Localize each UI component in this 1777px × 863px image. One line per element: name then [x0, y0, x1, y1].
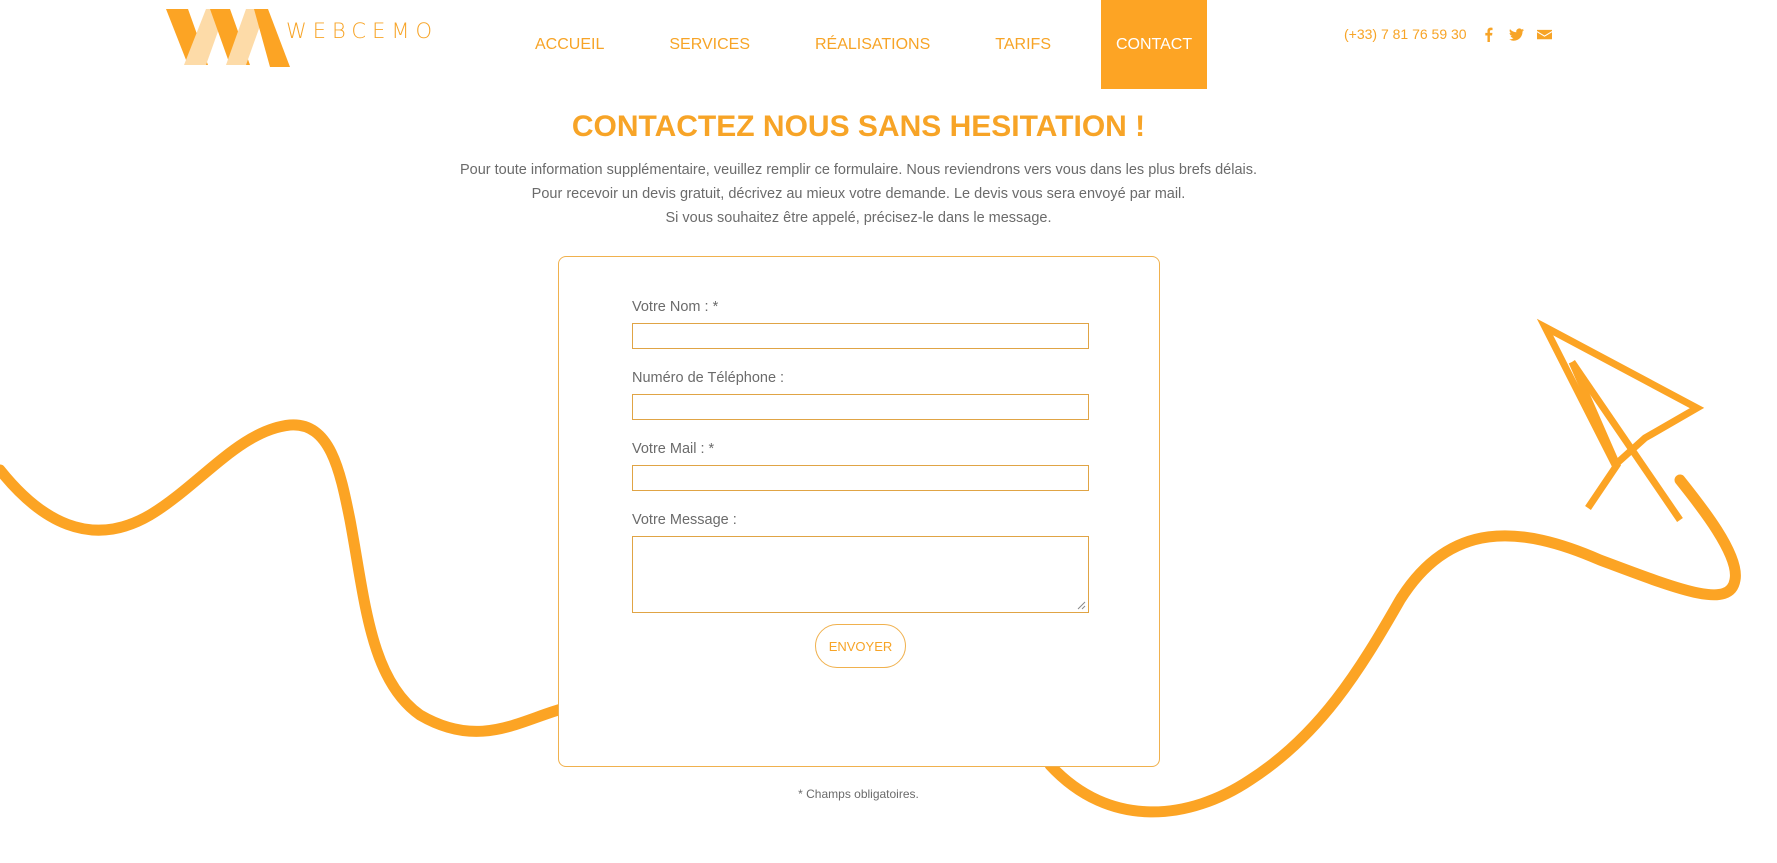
nav-item-tarifs[interactable]: TARIFS — [980, 0, 1066, 89]
contact-form: Votre Nom : * Numéro de Téléphone : Votr… — [558, 256, 1160, 767]
facebook-icon[interactable] — [1481, 26, 1497, 42]
site-header: WEBCEMO ACCUEIL SERVICES RÉALISATIONS TA… — [0, 0, 1777, 89]
main-nav: ACCUEIL SERVICES RÉALISATIONS TARIFS CON… — [520, 0, 1242, 89]
twitter-icon[interactable] — [1509, 26, 1525, 42]
intro-line: Pour toute information supplémentaire, v… — [459, 162, 1258, 178]
mail-input[interactable] — [632, 465, 1089, 491]
resize-handle-icon[interactable] — [1077, 601, 1086, 610]
nav-item-contact[interactable]: CONTACT — [1100, 0, 1208, 89]
header-contact-bar: (+33) 7 81 76 59 30 — [1344, 26, 1565, 42]
phone-number[interactable]: (+33) 7 81 76 59 30 — [1344, 26, 1467, 42]
mail-label: Votre Mail : * — [632, 441, 715, 457]
page-title: CONTACTEZ NOUS SANS HESITATION ! — [571, 110, 1146, 143]
name-label: Votre Nom : * — [632, 299, 719, 315]
name-input[interactable] — [632, 323, 1089, 349]
swoosh-path — [0, 419, 571, 737]
intro-line: Pour recevoir un devis gratuit, décrivez… — [531, 186, 1186, 202]
phone-input[interactable] — [632, 394, 1089, 420]
logo-mark-icon — [166, 9, 290, 67]
nav-item-accueil[interactable]: ACCUEIL — [520, 0, 619, 89]
envelope-icon[interactable] — [1537, 26, 1553, 42]
intro-line: Si vous souhaitez être appelé, précisez-… — [665, 210, 1052, 226]
phone-label: Numéro de Téléphone : — [632, 370, 785, 386]
nav-item-services[interactable]: SERVICES — [654, 0, 765, 89]
intro-text: Pour toute information supplémentaire, v… — [0, 158, 1717, 230]
required-fields-note: * Champs obligatoires. — [798, 787, 919, 801]
message-label: Votre Message : — [632, 512, 737, 528]
nav-item-realisations[interactable]: RÉALISATIONS — [800, 0, 945, 89]
message-textarea[interactable] — [632, 536, 1089, 613]
logo-text: WEBCEMO — [286, 19, 438, 43]
site-logo[interactable]: WEBCEMO — [166, 8, 432, 68]
paper-plane-icon — [1536, 318, 1705, 522]
submit-button[interactable]: ENVOYER — [815, 624, 906, 668]
